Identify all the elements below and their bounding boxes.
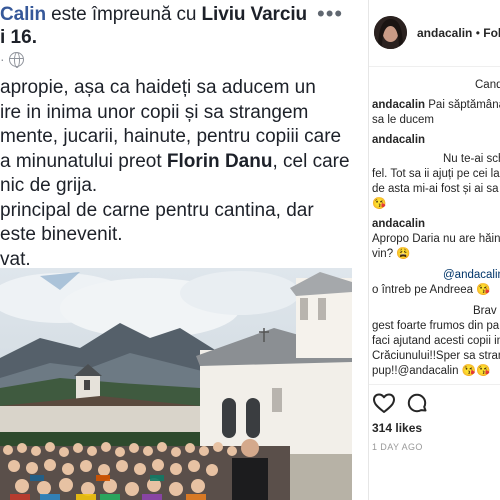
comments-list: Cand andacalin Pai săptămâna sa le ducem…	[369, 66, 500, 384]
comment-username[interactable]: andacalin	[372, 133, 425, 149]
separator-dot: •	[475, 26, 480, 40]
post-meta: ·	[0, 50, 24, 68]
comment-text: Brav	[473, 305, 497, 317]
heart-icon[interactable]	[372, 391, 396, 415]
meta-dot: ·	[0, 51, 5, 67]
facebook-post: Calin este împreună cu Liviu Varciu i 16…	[0, 0, 352, 500]
comment-icon[interactable]	[405, 391, 429, 415]
post-date[interactable]: i 16.	[0, 27, 37, 48]
tagged-friend-link[interactable]: Liviu Varciu	[202, 4, 308, 25]
follow-button[interactable]: Follo	[483, 26, 500, 40]
comment-username[interactable]: andacalin	[372, 99, 425, 111]
comment-text: fel. Tot sa ii ajuți pe cei la	[372, 168, 500, 180]
post-line: principal de carne pentru cantina, dar	[0, 199, 314, 221]
comment-text: Nu te-ai sch	[443, 153, 500, 165]
more-options-icon[interactable]: •••	[317, 3, 343, 25]
kiss-emoji: 😘	[372, 198, 387, 210]
comment-text: vin? 😩	[372, 248, 411, 260]
post-line: este binevenit.	[0, 224, 123, 245]
avatar[interactable]	[374, 16, 407, 49]
ig-actions: 314 likes 1 DAY AGO	[369, 384, 500, 495]
comment-text: de asta mi-ai fost și ai sa	[372, 183, 499, 195]
comment: andacalin Pai săptămâna	[372, 98, 500, 114]
comment-text: Cand	[475, 79, 500, 91]
comment-text: pup!!@andacalin 😘😘	[372, 365, 491, 377]
comment-text: faci ajutand acesti copii in	[372, 335, 500, 347]
likes-count[interactable]: 314 likes	[372, 421, 422, 435]
author-link[interactable]: Calin	[0, 4, 46, 25]
priest-link[interactable]: Florin Danu	[167, 151, 273, 172]
comment-username[interactable]: andacalin	[372, 217, 425, 233]
comment-mention[interactable]: @andacalin	[443, 268, 500, 284]
post-line: a minunatului preot Florin Danu, cel car…	[0, 150, 350, 172]
ig-header: andacalin • Follo	[369, 0, 500, 67]
comment-text: Apropo Daria nu are hăin	[372, 233, 500, 245]
avatar-image	[374, 16, 407, 49]
post-header: Calin este împreună cu Liviu Varciu i 16…	[0, 2, 352, 68]
comment-text: Crăciunului!!Sper sa stran	[372, 350, 500, 362]
post-line: mente, jucarii, hainute, pentru copiii c…	[0, 126, 342, 147]
post-photo[interactable]	[0, 268, 352, 500]
with-word: este împreună cu	[51, 4, 197, 25]
comment-text: Pai săptămâna	[428, 99, 500, 111]
ig-header-line: andacalin • Follo	[417, 26, 500, 40]
monastery-photo	[0, 268, 352, 500]
post-line: apropie, așa ca haideți sa aducem un	[0, 77, 316, 98]
post-body: apropie, așa ca haideți sa aducem un ire…	[0, 76, 352, 272]
instagram-panel: andacalin • Follo Cand andacalin Pai săp…	[368, 0, 500, 500]
post-line: nic de grija.	[0, 175, 98, 196]
ig-username[interactable]: andacalin	[417, 26, 472, 40]
post-line: ire in inima unor copii și sa strangem	[0, 101, 309, 123]
comment-text: gest foarte frumos din pa	[372, 320, 500, 332]
globe-icon[interactable]	[8, 51, 24, 68]
post-title: Calin este împreună cu Liviu Varciu	[0, 4, 307, 26]
post-timestamp: 1 DAY AGO	[372, 442, 423, 452]
comment-text: sa le ducem	[372, 114, 435, 126]
comment-text: o întreb pe Andreea 😘	[372, 284, 491, 296]
post-subtitle: i 16.	[0, 27, 37, 49]
